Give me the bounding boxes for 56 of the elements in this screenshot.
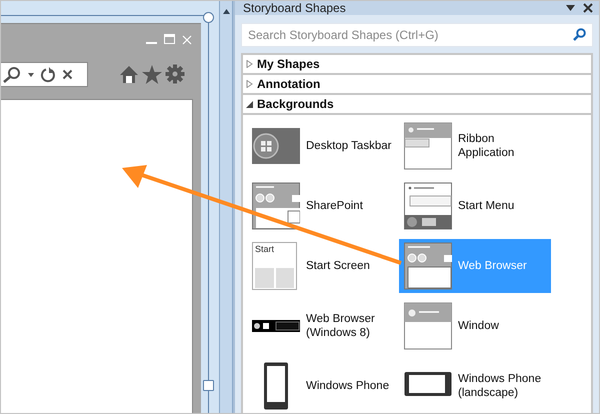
shape-item[interactable]: Windows Phone [247,359,399,413]
shape-label: Web Browser [458,259,528,273]
shape-label: Windows Phone [306,379,390,393]
expanded-icon [246,100,253,108]
search-icon [573,28,586,41]
shape-label: Ribbon Application [458,132,516,160]
thumbnail-drawing [252,320,300,332]
thumbnail-drawing [404,302,452,350]
shape-item[interactable]: Web Browser (Windows 8) [247,299,399,353]
maximize-icon [164,34,175,45]
section-title: Backgrounds [257,97,334,111]
thumbnail-drawing [404,122,452,170]
scrollbar[interactable] [219,1,233,413]
shape-item[interactable]: Start Menu [399,179,551,233]
thumbnail-drawing [404,182,452,230]
section-header[interactable]: Annotation [243,75,591,95]
up-arrow-icon [222,9,230,14]
thumbnail-drawing [252,182,300,230]
rotate-handle[interactable] [203,12,214,23]
address-field[interactable] [1,62,88,87]
shape-label: Start Screen [306,259,371,273]
section-header[interactable]: My Shapes [243,55,591,75]
shape-label: SharePoint [306,199,364,213]
shape-label: Web Browser (Windows 8) [306,312,376,340]
collapsed-icon [246,60,253,68]
panel-title: Storyboard Shapes [243,1,347,15]
shape-label: Start Menu [458,199,516,213]
section-header[interactable]: Backgrounds [243,95,591,115]
resize-handle[interactable] [203,380,214,391]
star-icon [142,64,162,84]
close-icon [62,69,73,80]
shape-item[interactable]: Window [399,299,551,353]
thumbnail-drawing [252,242,300,290]
refresh-icon [40,66,56,82]
shape-item[interactable]: Desktop Taskbar [247,119,399,173]
section-title: Annotation [257,77,320,91]
close-icon [583,3,593,13]
home-icon [119,64,139,84]
dropdown-icon [566,5,575,11]
caret-icon [28,72,34,76]
thumbnail-text: Start [255,244,274,254]
shape-label: Windows Phone (landscape) [458,372,542,400]
search-field[interactable]: Search Storyboard Shapes (Ctrl+G) [241,23,593,47]
shape-label: Window [458,319,500,333]
shape-item[interactable]: SharePoint [247,179,399,233]
shape-item[interactable]: Ribbon Application [399,119,551,173]
minimize-icon [146,42,157,44]
shape-item[interactable]: Windows Phone (landscape) [399,359,551,413]
section-title: My Shapes [257,57,320,71]
thumbnail-drawing [404,242,452,290]
collapsed-icon [246,80,253,88]
settings-icon [165,64,185,84]
shape-item[interactable]: Start Start Screen [247,239,399,293]
shape-label: Desktop Taskbar [306,139,392,153]
close-icon [182,34,192,44]
search-icon [2,66,22,82]
